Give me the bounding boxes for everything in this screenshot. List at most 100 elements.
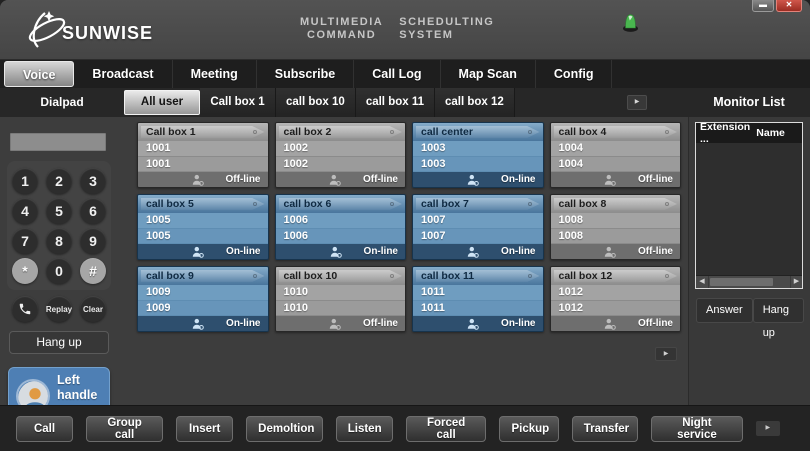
callbox-card[interactable]: call box 7 1007 1007 On-line bbox=[412, 194, 544, 260]
action-button[interactable]: Demoltion bbox=[246, 416, 323, 442]
action-button[interactable]: Group call bbox=[86, 416, 163, 442]
group-tab[interactable]: Call box 1 bbox=[200, 88, 276, 117]
action-button[interactable]: Pickup bbox=[499, 416, 558, 442]
callbox-footer: Off-line bbox=[551, 244, 681, 259]
callbox-header: call center bbox=[413, 123, 543, 141]
dial-number-input[interactable] bbox=[10, 133, 106, 151]
callbox-card[interactable]: call box 9 1009 1009 On-line bbox=[137, 266, 269, 332]
close-button[interactable]: ✕ bbox=[776, 0, 802, 12]
monitor-table-body[interactable] bbox=[696, 143, 802, 275]
scrollbar-thumb[interactable] bbox=[710, 278, 773, 286]
system-title: MULTIMEDIA SCHEDULTING COMMAND SYSTEM bbox=[300, 16, 494, 41]
action-button[interactable]: Call bbox=[16, 416, 73, 442]
group-tab[interactable]: call box 10 bbox=[276, 88, 356, 117]
title-word: COMMAND bbox=[300, 29, 383, 41]
banner-dot-icon bbox=[528, 130, 532, 134]
menu-tab[interactable]: Config bbox=[536, 60, 613, 88]
menu-tab[interactable]: Map Scan bbox=[441, 60, 536, 88]
dialpad-key[interactable]: 3 bbox=[80, 168, 106, 194]
callbox-footer: On-line bbox=[276, 244, 406, 259]
dial-call-button[interactable] bbox=[12, 296, 38, 322]
callbox-name: call box 5 bbox=[146, 198, 194, 210]
app-window: SUNWISE MULTIMEDIA SCHEDULTING COMMAND S… bbox=[0, 0, 810, 451]
horizontal-scrollbar[interactable]: ◀ ▶ bbox=[696, 275, 802, 288]
callbox-footer: Off-line bbox=[276, 172, 406, 187]
callbox-card[interactable]: call box 10 1010 1010 Off-line bbox=[275, 266, 407, 332]
action-button[interactable]: Night service bbox=[651, 416, 743, 442]
dialpad-key[interactable]: 2 bbox=[46, 168, 72, 194]
callbox-card[interactable]: call box 12 1012 1012 Off-line bbox=[550, 266, 682, 332]
callbox-name: call box 10 bbox=[284, 270, 338, 282]
person-status-icon bbox=[604, 174, 616, 186]
dialpad-key[interactable]: 9 bbox=[80, 228, 106, 254]
hangup-button[interactable]: Hang up bbox=[9, 331, 109, 354]
scrollbar-track[interactable] bbox=[708, 276, 790, 288]
menu-tab[interactable]: Voice bbox=[4, 61, 74, 87]
callbox-footer: On-line bbox=[413, 172, 543, 187]
clear-button[interactable]: Clear bbox=[80, 296, 106, 322]
callbox-header: call box 4 bbox=[551, 123, 681, 141]
callbox-footer: Off-line bbox=[138, 172, 268, 187]
dialpad-actions: Replay Clear bbox=[7, 296, 111, 322]
action-button[interactable]: Listen bbox=[336, 416, 393, 442]
callbox-name: call box 2 bbox=[284, 126, 332, 138]
callbox-extension: 1006 bbox=[276, 213, 406, 229]
menu-tab[interactable]: Call Log bbox=[354, 60, 440, 88]
callbox-card[interactable]: call box 5 1005 1005 On-line bbox=[137, 194, 269, 260]
callbox-card[interactable]: call center 1003 1003 On-line bbox=[412, 122, 544, 188]
action-button[interactable]: Insert bbox=[176, 416, 233, 442]
callbox-status: On-line bbox=[226, 318, 260, 329]
dialpad-key[interactable]: 6 bbox=[80, 198, 106, 224]
group-tab[interactable]: All user bbox=[124, 90, 200, 115]
dialpad-key[interactable]: 4 bbox=[12, 198, 38, 224]
title-word: SYSTEM bbox=[399, 29, 494, 41]
actions-next-arrow-icon[interactable]: ▶ bbox=[756, 421, 780, 436]
callbox-display-name: 1006 bbox=[276, 229, 406, 245]
action-button[interactable]: Forced call bbox=[406, 416, 487, 442]
callbox-card[interactable]: call box 8 1008 1008 Off-line bbox=[550, 194, 682, 260]
minimize-button[interactable]: ▬ bbox=[752, 0, 774, 12]
user-group-tabs: All userCall box 1call box 10call box 11… bbox=[124, 88, 515, 117]
callbox-extension: 1003 bbox=[413, 141, 543, 157]
callbox-card[interactable]: Call box 1 1001 1001 Off-line bbox=[137, 122, 269, 188]
replay-button[interactable]: Replay bbox=[46, 296, 72, 322]
dialpad-key[interactable]: 8 bbox=[46, 228, 72, 254]
callbox-card[interactable]: call box 6 1006 1006 On-line bbox=[275, 194, 407, 260]
grid-next-page-arrow-icon[interactable]: ▶ bbox=[655, 347, 677, 361]
menu-tab[interactable]: Broadcast bbox=[74, 60, 172, 88]
callbox-display-name: 1004 bbox=[551, 157, 681, 173]
callbox-status: Off-line bbox=[363, 318, 398, 329]
group-tab[interactable]: call box 12 bbox=[435, 88, 515, 117]
tabs-next-arrow-icon[interactable]: ▶ bbox=[627, 95, 647, 110]
status-beacon-icon bbox=[621, 11, 640, 33]
callbox-extension: 1011 bbox=[413, 285, 543, 301]
callbox-extension: 1012 bbox=[551, 285, 681, 301]
banner-dot-icon bbox=[253, 274, 257, 278]
scroll-right-icon[interactable]: ▶ bbox=[790, 276, 802, 288]
callbox-card[interactable]: call box 2 1002 1002 Off-line bbox=[275, 122, 407, 188]
callbox-status: On-line bbox=[501, 246, 535, 257]
dialpad-key[interactable]: 1 bbox=[12, 168, 38, 194]
menu-tab[interactable]: Subscribe bbox=[257, 60, 354, 88]
dialpad-section-title: Dialpad bbox=[0, 88, 124, 117]
callbox-header: call box 11 bbox=[413, 267, 543, 285]
dialpad-panel: 123456789*0# Replay Clear Hang up Left h… bbox=[0, 117, 130, 405]
monitor-hangup-button[interactable]: Hang up bbox=[753, 298, 804, 323]
callbox-header: call box 2 bbox=[276, 123, 406, 141]
column-name: Name bbox=[756, 127, 798, 139]
group-tab[interactable]: call box 11 bbox=[356, 88, 435, 117]
answer-button[interactable]: Answer bbox=[696, 298, 753, 323]
scroll-left-icon[interactable]: ◀ bbox=[696, 276, 708, 288]
action-button[interactable]: Transfer bbox=[572, 416, 638, 442]
dialpad-key[interactable]: # bbox=[80, 258, 106, 284]
window-controls: ▬ ✕ bbox=[752, 0, 802, 12]
dialpad-key[interactable]: * bbox=[12, 258, 38, 284]
callbox-card[interactable]: call box 4 1004 1004 Off-line bbox=[550, 122, 682, 188]
dialpad-key[interactable]: 7 bbox=[12, 228, 38, 254]
dialpad-key[interactable]: 0 bbox=[46, 258, 72, 284]
callbox-display-name: 1012 bbox=[551, 301, 681, 317]
menu-tab[interactable]: Meeting bbox=[173, 60, 257, 88]
callbox-card[interactable]: call box 11 1011 1011 On-line bbox=[412, 266, 544, 332]
callbox-display-name: 1008 bbox=[551, 229, 681, 245]
dialpad-key[interactable]: 5 bbox=[46, 198, 72, 224]
